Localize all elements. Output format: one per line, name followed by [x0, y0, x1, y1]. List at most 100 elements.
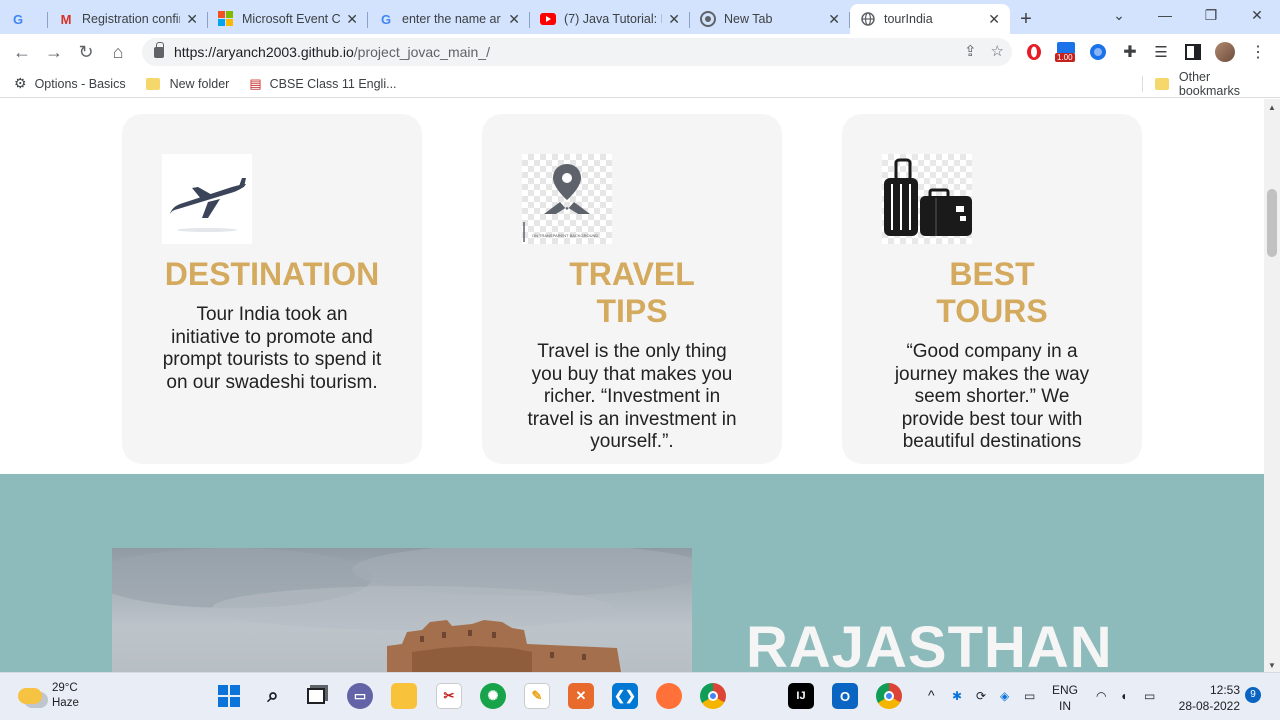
snipping-tool-icon[interactable]: ✂ [436, 683, 462, 709]
region-code: IN [1059, 699, 1071, 713]
microsoft-icon [218, 11, 234, 27]
bluetooth-icon[interactable]: ✱ [952, 688, 962, 704]
media-control-icon[interactable]: ☰ [1149, 40, 1173, 64]
chrome-icon [700, 11, 716, 27]
close-icon[interactable]: ✕ [508, 11, 520, 28]
tab-search-icon[interactable]: ⌄ [1096, 0, 1142, 30]
extensions-puzzle-icon[interactable]: ✚ [1118, 40, 1142, 64]
luggage-icon [882, 154, 972, 244]
side-panel-icon[interactable] [1181, 40, 1205, 64]
extension-globe-icon[interactable] [1086, 40, 1110, 64]
bookmark-new-folder[interactable]: New folder [145, 77, 229, 91]
clock[interactable]: 12:53 28-08-2022 [1174, 682, 1240, 714]
minimize-button[interactable]: — [1142, 0, 1188, 30]
extension-badge: 1.00 [1055, 53, 1075, 62]
notification-badge[interactable]: 9 [1245, 687, 1261, 703]
close-icon[interactable]: ✕ [988, 11, 1000, 28]
card-text: Tour India took an initiative to promote… [162, 304, 382, 393]
tab-google-search[interactable]: G enter the name ar ✕ [368, 4, 530, 34]
web-page: DESTINATION Tour India took an initiativ… [0, 99, 1264, 672]
address-bar[interactable]: https://aryanch2003.github.io/project_jo… [142, 38, 1012, 66]
travel-tips-card: ON TRANSPARENT BACKGROUND TRAVEL TIPS Tr… [482, 114, 782, 464]
sync-icon[interactable]: ⟳ [976, 688, 986, 704]
chatgpt-icon[interactable]: ✺ [480, 683, 506, 709]
bookmark-divider [1142, 76, 1143, 92]
youtube-icon [540, 11, 556, 27]
scroll-up-arrow-icon[interactable]: ▲ [1268, 103, 1276, 112]
page-scrollbar[interactable]: ▲ ▼ [1264, 99, 1280, 672]
books-icon: ▤ [249, 75, 262, 91]
tab-registration[interactable]: M Registration confir ✕ [48, 4, 208, 34]
best-tours-card: BEST TOURS “Good company in a journey ma… [842, 114, 1142, 464]
intellij-icon[interactable]: IJ [788, 683, 814, 709]
outlook-icon[interactable]: O [832, 683, 858, 709]
home-icon[interactable]: ⌂ [102, 36, 134, 68]
close-icon[interactable]: ✕ [668, 11, 680, 28]
file-explorer-icon[interactable] [391, 683, 417, 709]
tab-new-tab[interactable]: New Tab ✕ [690, 4, 850, 34]
tab-strip: G M Registration confir ✕ Microsoft Even… [0, 0, 1280, 34]
close-icon[interactable]: ✕ [186, 11, 198, 28]
chrome-taskbar-icon[interactable] [700, 683, 726, 709]
tab-title: New Tab [724, 12, 773, 26]
bookmark-label: Other bookmarks [1178, 69, 1241, 98]
url-path: /project_jovac_main_/ [353, 44, 490, 60]
tab-title: (7) Java Tutorial: Ir [564, 12, 663, 26]
security-shield-icon[interactable]: ◈ [1000, 688, 1009, 704]
wifi-icon[interactable]: ◠ [1096, 688, 1106, 704]
tab-tourindia[interactable]: tourIndia ✕ [850, 4, 1010, 34]
more-menu-icon[interactable]: ⋮ [1246, 40, 1270, 64]
speed-extension-icon[interactable]: 1.00 [1054, 40, 1080, 64]
weather-widget[interactable]: 29°C Haze [18, 681, 79, 711]
back-icon[interactable]: ← [6, 36, 38, 68]
close-icon[interactable]: ✕ [346, 11, 358, 28]
tab-title: Microsoft Event C [242, 12, 341, 26]
chrome-profile-icon[interactable] [876, 683, 902, 709]
show-hidden-icons[interactable]: ^ [928, 687, 935, 703]
profile-avatar[interactable] [1213, 40, 1237, 64]
windows-start-icon[interactable] [216, 683, 242, 709]
tab-microsoft-event[interactable]: Microsoft Event C ✕ [208, 4, 368, 34]
image-watermark-text: ON TRANSPARENT BACKGROUND [532, 233, 599, 238]
map-pin-icon: ON TRANSPARENT BACKGROUND [522, 154, 612, 244]
teams-chat-icon[interactable]: ▭ [347, 683, 373, 709]
gmail-icon: M [60, 11, 72, 27]
firefox-icon[interactable] [656, 683, 682, 709]
display-icon[interactable]: ▭ [1024, 688, 1035, 704]
bookmark-star-icon[interactable]: ☆ [991, 42, 1004, 60]
card-title: TRAVEL TIPS [569, 256, 695, 329]
reload-icon[interactable]: ↻ [70, 36, 102, 68]
time: 12:53 [1210, 683, 1241, 697]
task-view-icon[interactable] [303, 683, 329, 709]
taskbar: 29°C Haze ⌕ ▭ ✂ ✺ ✎ ✕ ❮❯ IJ O ^ ✱ ⟳ ◈ ▭ … [0, 672, 1280, 720]
forward-icon[interactable]: → [38, 36, 70, 68]
close-icon[interactable]: ✕ [828, 11, 840, 28]
bookmark-cbse[interactable]: ▤ CBSE Class 11 Engli... [249, 76, 396, 92]
tab-youtube[interactable]: (7) Java Tutorial: Ir ✕ [530, 4, 690, 34]
restore-button[interactable]: ❐ [1188, 0, 1234, 30]
card-title: DESTINATION [164, 256, 380, 292]
close-window-button[interactable]: ✕ [1234, 0, 1280, 30]
battery-icon[interactable]: ▭ [1144, 688, 1155, 704]
tab-google[interactable]: G [0, 4, 48, 34]
search-icon[interactable]: ⌕ [260, 683, 286, 709]
new-tab-button[interactable]: + [1010, 4, 1042, 34]
language-indicator[interactable]: ENG IN [1052, 682, 1078, 714]
date: 28-08-2022 [1178, 699, 1241, 713]
notepad-icon[interactable]: ✎ [524, 683, 550, 709]
globe-icon [860, 11, 876, 27]
share-icon[interactable]: ⇪ [964, 42, 977, 60]
tab-title: tourIndia [884, 12, 933, 26]
scroll-down-arrow-icon[interactable]: ▼ [1268, 661, 1276, 670]
airplane-icon [162, 154, 252, 244]
section-title: RAJASTHAN [746, 615, 1113, 672]
other-bookmarks[interactable]: Other bookmarks [1155, 70, 1274, 98]
bookmark-options-basics[interactable]: ⚙ Options - Basics [14, 75, 126, 92]
opera-icon[interactable] [1022, 40, 1046, 64]
language-code: ENG [1052, 683, 1079, 697]
volume-icon[interactable]: ◖ [1120, 688, 1127, 704]
card-title: BEST TOURS [936, 256, 1048, 329]
scrollbar-thumb[interactable] [1267, 189, 1277, 257]
xampp-icon[interactable]: ✕ [568, 683, 594, 709]
vscode-icon[interactable]: ❮❯ [612, 683, 638, 709]
